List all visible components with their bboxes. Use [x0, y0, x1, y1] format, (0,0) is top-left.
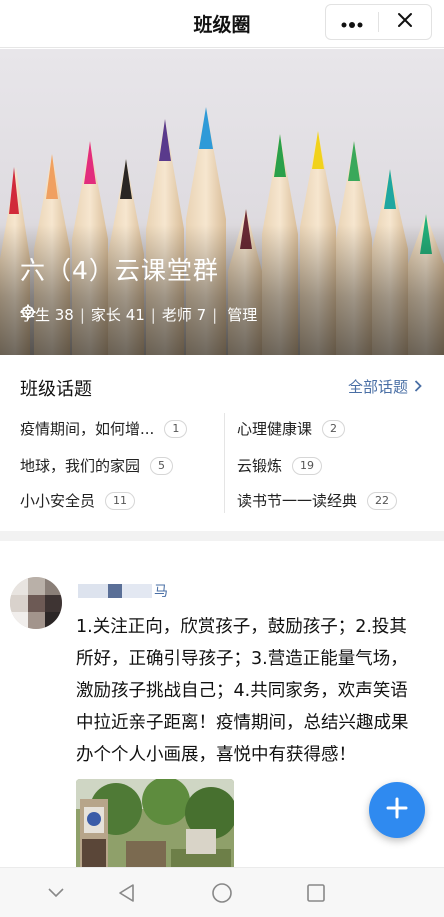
post-photo[interactable]	[76, 779, 234, 867]
manage-label: 管理	[227, 306, 258, 324]
all-topics-label: 全部话题	[347, 378, 408, 396]
class-cover: 六（4）云课堂群 学生 38 | 家长 41 | 老师 7 | 管理	[0, 49, 444, 355]
class-topics-section: 班级话题 全部话题 疫情期间，如何增... 1 心理健康课 2 地球，我们的家园…	[0, 355, 444, 531]
back-triangle-icon[interactable]	[116, 882, 138, 904]
more-button[interactable]	[326, 5, 378, 39]
top-bar: 班级圈	[0, 0, 444, 48]
section-gap	[0, 531, 444, 541]
home-circle-icon[interactable]	[211, 882, 233, 904]
topic-item[interactable]: 心理健康课 2	[237, 418, 346, 439]
topic-item[interactable]: 地球，我们的家园 5	[20, 455, 174, 476]
topic-label: 疫情期间，如何增...	[20, 420, 155, 438]
system-nav-bar	[0, 867, 444, 917]
topic-count-badge: 19	[292, 456, 323, 475]
topics-title: 班级话题	[20, 379, 92, 400]
topic-label: 云锻炼	[237, 457, 283, 475]
post-text: 1.关注正向，欣赏孩子，鼓励孩子；2.投其所好，正确引导孩子；3.营造正能量气场…	[76, 617, 409, 765]
add-post-button[interactable]	[369, 782, 425, 838]
author-name-suffix: 马	[154, 584, 168, 600]
post-author[interactable]: 马	[78, 581, 168, 601]
recents-square-icon[interactable]	[305, 882, 327, 904]
topic-label: 小小安全员	[20, 492, 96, 510]
stat-separator: |	[79, 305, 85, 324]
topics-column-divider	[224, 413, 225, 513]
cover-shade	[0, 225, 444, 355]
more-dots-icon	[341, 13, 363, 32]
chevron-right-icon	[414, 378, 422, 396]
close-icon	[397, 12, 413, 32]
topic-item[interactable]: 疫情期间，如何增... 1	[20, 418, 188, 439]
all-topics-link[interactable]: 全部话题	[348, 376, 422, 397]
plus-icon	[386, 797, 408, 823]
topic-label: 读书节一一读经典	[237, 492, 358, 510]
topic-item[interactable]: 云锻炼 19	[237, 455, 323, 476]
chevron-down-icon[interactable]	[45, 882, 67, 904]
author-name-redacted	[108, 584, 122, 598]
topic-label: 地球，我们的家园	[20, 457, 141, 475]
author-name-redacted	[122, 584, 152, 598]
topic-item[interactable]: 小小安全员 11	[20, 490, 136, 511]
parents-count[interactable]: 家长 41	[91, 304, 145, 325]
author-name-redacted	[78, 584, 108, 598]
topic-count-badge: 2	[322, 419, 346, 438]
group-name: 六（4）云课堂群	[20, 256, 219, 285]
mini-program-capsule	[325, 4, 432, 40]
topic-item[interactable]: 读书节一一读经典 22	[237, 490, 398, 511]
member-stats: 学生 38 | 家长 41 | 老师 7 | 管理	[20, 304, 257, 325]
topic-count-badge: 1	[164, 419, 188, 438]
avatar[interactable]	[10, 577, 62, 629]
stat-separator: |	[150, 305, 156, 324]
close-button[interactable]	[379, 5, 431, 39]
topic-count-badge: 11	[105, 491, 136, 510]
topic-label: 心理健康课	[237, 420, 313, 438]
topic-count-badge: 22	[367, 491, 398, 510]
manage-button[interactable]: 管理	[20, 304, 258, 325]
stat-separator: |	[212, 305, 218, 324]
topic-count-badge: 5	[150, 456, 174, 475]
teachers-count[interactable]: 老师 7	[162, 304, 206, 325]
